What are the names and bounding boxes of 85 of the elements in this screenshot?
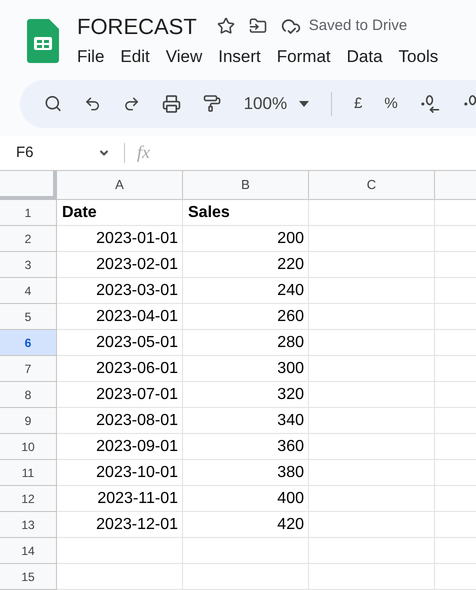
column-header[interactable]: A — [57, 170, 183, 200]
column-header[interactable]: C — [309, 170, 435, 200]
table-cell[interactable]: 2023-07-01 — [57, 382, 183, 408]
empty-cell[interactable] — [309, 564, 435, 590]
undo-icon[interactable] — [84, 94, 102, 113]
empty-cell[interactable] — [309, 330, 435, 356]
column-header[interactable]: B — [183, 170, 309, 200]
row-header[interactable]: 8 — [0, 382, 57, 408]
paint-format-icon[interactable] — [203, 94, 222, 114]
redo-icon[interactable] — [123, 94, 140, 113]
row-header[interactable]: 3 — [0, 252, 57, 278]
table-cell[interactable]: 300 — [183, 356, 309, 382]
folder-icon[interactable] — [248, 17, 267, 35]
menu-item[interactable]: Edit — [120, 44, 150, 70]
empty-cell[interactable] — [309, 434, 435, 460]
table-cell[interactable]: 320 — [183, 382, 309, 408]
zoom-select[interactable]: 100% — [244, 91, 310, 117]
table-cell[interactable]: 2023-04-01 — [57, 304, 183, 330]
table-cell[interactable]: 2023-10-01 — [57, 460, 183, 486]
table-cell[interactable]: 200 — [183, 226, 309, 252]
empty-cell[interactable] — [309, 356, 435, 382]
empty-cell[interactable] — [309, 278, 435, 304]
table-cell[interactable]: 360 — [183, 434, 309, 460]
print-icon[interactable] — [162, 94, 182, 114]
caret-icon — [299, 100, 310, 107]
table-cell[interactable]: 2023-08-01 — [57, 408, 183, 434]
empty-cell[interactable] — [183, 564, 309, 590]
row-header[interactable]: 7 — [0, 356, 57, 382]
save-status: Saved to Drive — [308, 16, 408, 36]
table-cell[interactable]: 2023-01-01 — [57, 226, 183, 252]
empty-cell[interactable] — [309, 200, 435, 226]
document-title[interactable]: FORECAST — [77, 10, 197, 42]
table-cell[interactable]: 380 — [183, 460, 309, 486]
name-box[interactable]: F6 — [0, 142, 124, 164]
row-header[interactable]: 9 — [0, 408, 57, 434]
empty-cell[interactable] — [309, 408, 435, 434]
empty-cell[interactable] — [309, 512, 435, 538]
row-header[interactable]: 11 — [0, 460, 57, 486]
row-header[interactable]: 6 — [0, 330, 57, 356]
menu-item[interactable]: Data — [346, 44, 383, 70]
table-cell[interactable]: Sales — [183, 200, 309, 226]
table-cell[interactable]: 280 — [183, 330, 309, 356]
row-header[interactable]: 5 — [0, 304, 57, 330]
menu-item[interactable]: File — [77, 44, 104, 70]
table-cell[interactable]: 400 — [183, 486, 309, 512]
fx-label: fx — [137, 141, 150, 164]
percent-button[interactable]: % — [384, 92, 398, 116]
table-cell[interactable]: 220 — [183, 252, 309, 278]
empty-cell[interactable] — [183, 538, 309, 564]
empty-cell[interactable] — [309, 304, 435, 330]
table-cell[interactable]: 2023-03-01 — [57, 278, 183, 304]
star-icon[interactable] — [216, 17, 235, 35]
sheets-logo-icon[interactable] — [27, 19, 59, 63]
row-header[interactable]: 2 — [0, 226, 57, 252]
menu-item[interactable]: Tools — [398, 44, 438, 70]
row-header[interactable]: 1 — [0, 200, 57, 226]
table-cell[interactable]: Date — [57, 200, 183, 226]
empty-cell[interactable] — [309, 252, 435, 278]
table-cell[interactable]: 240 — [183, 278, 309, 304]
menu-item[interactable]: Insert — [218, 44, 261, 70]
row-header[interactable]: 14 — [0, 538, 57, 564]
empty-cell[interactable] — [309, 538, 435, 564]
empty-cell[interactable] — [309, 460, 435, 486]
table-cell[interactable]: 2023-02-01 — [57, 252, 183, 278]
row-header[interactable]: 10 — [0, 434, 57, 460]
table-cell[interactable]: 260 — [183, 304, 309, 330]
table-cell[interactable]: 2023-06-01 — [57, 356, 183, 382]
table-cell[interactable]: 420 — [183, 512, 309, 538]
table-cell[interactable]: 340 — [183, 408, 309, 434]
table-cell[interactable]: 2023-09-01 — [57, 434, 183, 460]
currency-button[interactable]: £ — [354, 92, 362, 116]
table-cell[interactable]: 2023-11-01 — [57, 486, 183, 512]
empty-cell[interactable] — [309, 382, 435, 408]
menu-item[interactable]: View — [166, 44, 202, 70]
decrease-decimal-icon[interactable] — [420, 92, 441, 115]
row-header[interactable]: 15 — [0, 564, 57, 590]
menu-item[interactable]: Format — [276, 44, 331, 70]
empty-cell[interactable] — [309, 486, 435, 512]
row-header[interactable]: 12 — [0, 486, 57, 512]
search-icon[interactable] — [44, 94, 62, 114]
table-cell[interactable]: 2023-05-01 — [57, 330, 183, 356]
row-header[interactable]: 4 — [0, 278, 57, 304]
empty-cell[interactable] — [309, 226, 435, 252]
row-header[interactable]: 13 — [0, 512, 57, 538]
table-cell[interactable]: 2023-12-01 — [57, 512, 183, 538]
